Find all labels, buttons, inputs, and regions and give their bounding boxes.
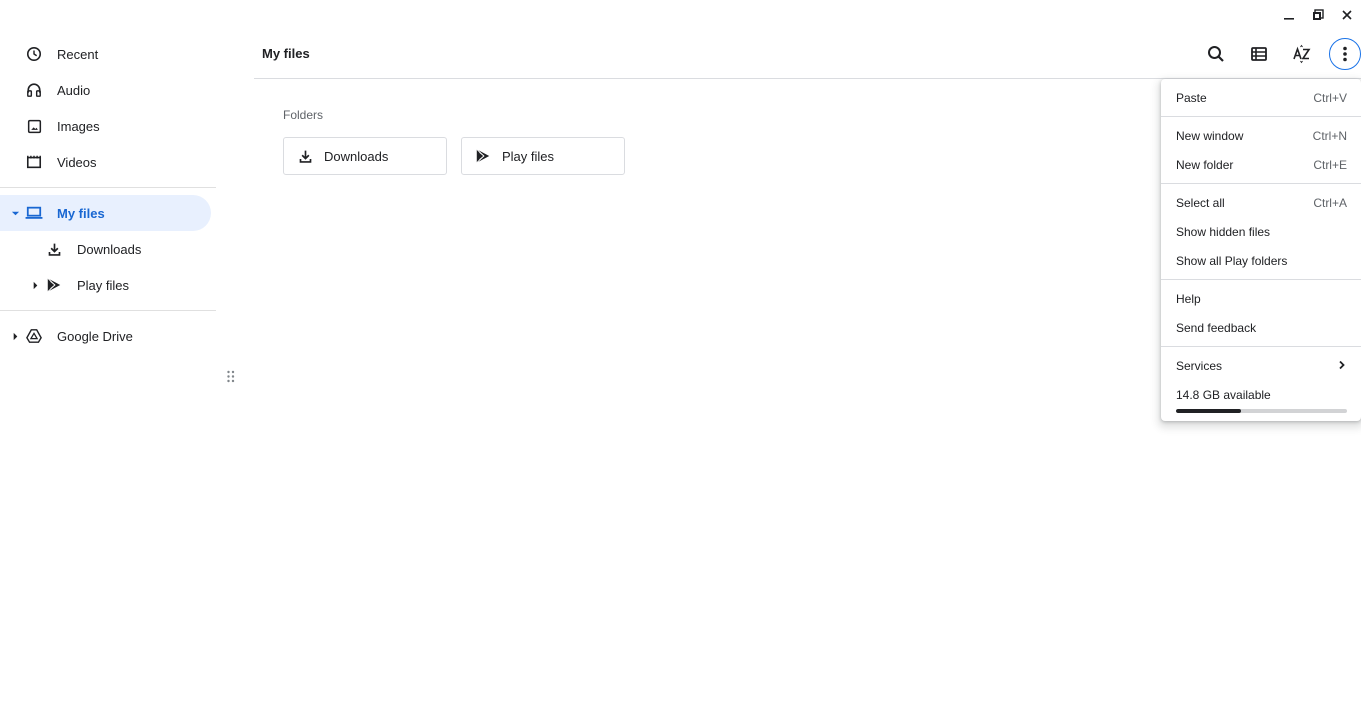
sidebar-divider — [0, 187, 216, 188]
menu-item-paste[interactable]: Paste Ctrl+V — [1161, 83, 1361, 112]
sidebar-item-label: Images — [57, 118, 100, 134]
storage-available-label: 14.8 GB available — [1176, 387, 1271, 402]
menu-item-label: Show hidden files — [1176, 224, 1271, 239]
sidebar-item-label: Recent — [57, 46, 99, 62]
laptop-icon — [25, 204, 43, 222]
menu-item-show-all-play-folders[interactable]: Show all Play folders — [1161, 246, 1361, 275]
drive-icon — [25, 327, 43, 345]
folder-tile-downloads[interactable]: Downloads — [283, 137, 447, 175]
sidebar-item-label: Play files — [77, 277, 130, 293]
expand-arrow-icon[interactable] — [10, 331, 20, 341]
sidebar-item-images[interactable]: Images — [0, 108, 216, 144]
menu-item-new-folder[interactable]: New folder Ctrl+E — [1161, 150, 1361, 179]
folder-name: Play files — [502, 148, 555, 164]
more-options-menu: Paste Ctrl+V New window Ctrl+N New folde… — [1161, 79, 1361, 421]
menu-item-send-feedback[interactable]: Send feedback — [1161, 313, 1361, 342]
breadcrumb-title: My files — [262, 46, 310, 61]
clock-icon — [25, 45, 43, 63]
download-icon — [45, 240, 63, 258]
minimize-button[interactable] — [1274, 4, 1303, 26]
sidebar-item-label: Downloads — [77, 241, 142, 257]
chevron-right-icon — [1337, 357, 1347, 375]
sidebar-item-recent[interactable]: Recent — [0, 36, 216, 72]
expand-arrow-icon[interactable] — [30, 280, 40, 290]
image-icon — [25, 117, 43, 135]
play-store-icon — [473, 146, 493, 166]
section-label: Folders — [283, 108, 324, 122]
restore-button[interactable] — [1303, 4, 1332, 26]
sidebar-item-google-drive[interactable]: Google Drive — [0, 318, 216, 354]
search-button[interactable] — [1200, 38, 1232, 70]
menu-item-shortcut: Ctrl+E — [1313, 157, 1347, 172]
menu-separator — [1161, 279, 1361, 280]
folder-tile-play-files[interactable]: Play files — [461, 137, 625, 175]
menu-item-label: Show all Play folders — [1176, 253, 1288, 268]
headphones-icon — [25, 81, 43, 99]
file-list-area: Folders Downloads Play files — [283, 108, 639, 175]
menu-item-new-window[interactable]: New window Ctrl+N — [1161, 121, 1361, 150]
menu-separator — [1161, 346, 1361, 347]
download-icon — [295, 146, 315, 166]
view-toggle-button[interactable] — [1243, 38, 1275, 70]
menu-item-help[interactable]: Help — [1161, 284, 1361, 313]
sidebar-item-label: Videos — [57, 154, 97, 170]
drag-handle-icon — [227, 370, 235, 383]
sidebar-item-downloads[interactable]: Downloads — [0, 231, 216, 267]
menu-item-label: Help — [1176, 291, 1201, 306]
menu-item-shortcut: Ctrl+N — [1312, 128, 1347, 143]
menu-item-label: Send feedback — [1176, 320, 1257, 335]
restore-icon — [1312, 9, 1324, 20]
menu-item-select-all[interactable]: Select all Ctrl+A — [1161, 188, 1361, 217]
menu-item-shortcut: Ctrl+A — [1313, 195, 1347, 210]
sidebar-item-label: My files — [57, 205, 105, 221]
list-view-icon — [1251, 47, 1267, 61]
menu-item-label: New window — [1176, 128, 1244, 143]
more-options-button[interactable] — [1329, 38, 1361, 70]
menu-item-label: Select all — [1176, 195, 1225, 210]
storage-usage-fill — [1176, 409, 1241, 413]
menu-item-services[interactable]: Services — [1161, 351, 1361, 380]
sidebar-divider — [0, 310, 216, 311]
more-vert-icon — [1343, 46, 1347, 62]
sort-az-icon — [1293, 44, 1311, 64]
folder-grid: Downloads Play files — [283, 137, 639, 175]
close-button[interactable] — [1332, 4, 1361, 26]
search-icon — [1208, 46, 1224, 62]
menu-separator — [1161, 116, 1361, 117]
sidebar-item-label: Audio — [57, 82, 91, 98]
menu-item-label: Paste — [1176, 90, 1207, 105]
sidebar-item-label: Google Drive — [57, 328, 133, 344]
sidebar: Recent Audio Images Videos My files Down… — [0, 36, 216, 354]
sidebar-resize-handle[interactable] — [226, 370, 236, 384]
window-controls — [1274, 4, 1361, 26]
play-store-icon — [45, 276, 63, 294]
sidebar-item-my-files[interactable]: My files — [0, 195, 211, 231]
sidebar-item-audio[interactable]: Audio — [0, 72, 216, 108]
sidebar-item-videos[interactable]: Videos — [0, 144, 216, 180]
storage-usage-bar — [1176, 409, 1347, 413]
minimize-icon — [1283, 18, 1294, 20]
menu-item-shortcut: Ctrl+V — [1313, 90, 1347, 105]
sort-button[interactable] — [1286, 38, 1318, 70]
toolbar — [1189, 38, 1361, 70]
storage-info: 14.8 GB available — [1161, 380, 1361, 413]
menu-item-label: Services — [1176, 358, 1223, 373]
menu-separator — [1161, 183, 1361, 184]
menu-item-show-hidden-files[interactable]: Show hidden files — [1161, 217, 1361, 246]
folder-name: Downloads — [324, 148, 389, 164]
expand-arrow-icon[interactable] — [10, 208, 20, 218]
menu-item-label: New folder — [1176, 157, 1234, 172]
video-icon — [25, 153, 43, 171]
close-icon — [1341, 10, 1352, 20]
sidebar-item-play-files[interactable]: Play files — [0, 267, 216, 303]
